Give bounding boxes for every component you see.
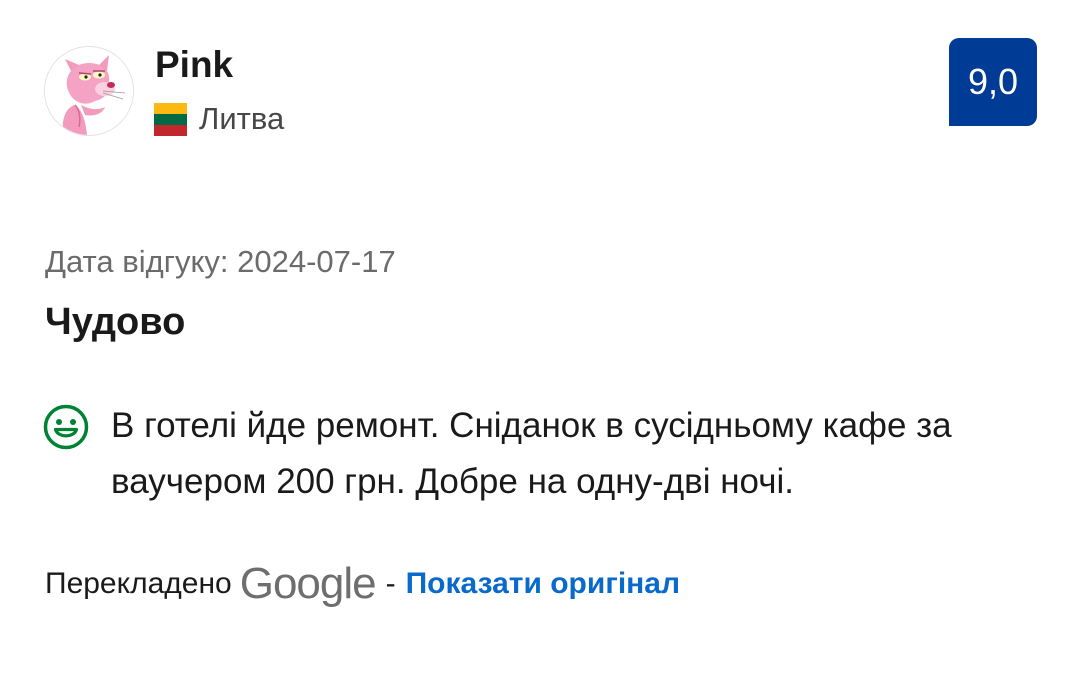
review-date: Дата відгуку: 2024-07-17 <box>45 244 396 279</box>
translation-info: Перекладено Google - Показати оригінал <box>45 556 680 612</box>
show-original-link[interactable]: Показати оригінал <box>406 567 680 601</box>
reviewer-avatar <box>44 46 134 136</box>
smile-icon <box>43 404 89 450</box>
lithuania-flag-icon <box>154 102 187 136</box>
separator: - <box>385 567 396 600</box>
reviewer-country: Литва <box>154 99 284 139</box>
review-score-badge: 9,0 <box>949 38 1037 126</box>
review-positive-text: В готелі йде ремонт. Сніданок в сусідньо… <box>111 406 952 501</box>
translated-by-label: Перекладено <box>45 567 232 600</box>
google-logo: Google <box>239 559 377 608</box>
review-title: Чудово <box>45 301 186 343</box>
reviewer-name: Pink <box>155 44 234 85</box>
country-name: Литва <box>199 101 285 136</box>
pink-panther-avatar <box>45 47 133 135</box>
review-card: Pink Литва 9,0 Дата відгуку: 2024-07-17 … <box>0 0 1080 696</box>
